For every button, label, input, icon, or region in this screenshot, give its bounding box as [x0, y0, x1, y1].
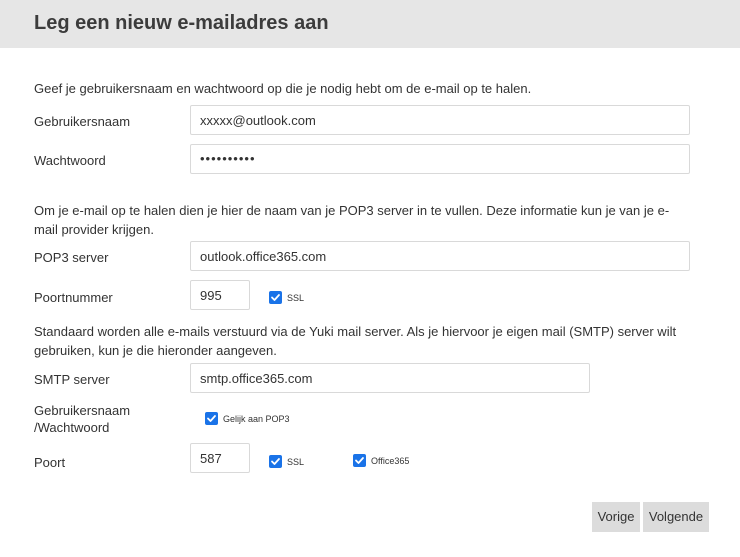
- smtp-port-input[interactable]: [190, 443, 250, 473]
- username-input[interactable]: [190, 105, 690, 135]
- pop3-ssl-option[interactable]: SSL: [269, 291, 304, 304]
- smtp-ssl-checkbox[interactable]: [269, 455, 282, 468]
- smtp-intro-line: Standaard worden alle e-mails verstuurd …: [34, 324, 677, 358]
- checkmark-icon: [271, 294, 280, 301]
- office365-option[interactable]: Office365: [353, 454, 409, 467]
- office365-label: Office365: [371, 455, 410, 466]
- pop3-ssl-label: SSL: [287, 292, 305, 303]
- dialog-title: Leg een nieuw e-mailadres aan: [34, 12, 329, 34]
- pop3-port-label: Poortnummer: [34, 290, 113, 305]
- password-label: Wachtwoord: [34, 153, 106, 168]
- smtp-credentials-label-line2: /Wachtwoord: [34, 420, 110, 435]
- smtp-server-input[interactable]: [190, 363, 590, 393]
- next-button[interactable]: Volgende: [643, 502, 709, 532]
- checkmark-icon: [207, 415, 216, 422]
- username-label: Gebruikersnaam: [34, 114, 131, 129]
- previous-button[interactable]: Vorige: [592, 502, 640, 532]
- pop3-intro-text: Om je e-mail op te halen dien je hier de…: [34, 201, 694, 239]
- dialog-header: Leg een nieuw e-mailadres aan: [0, 0, 740, 48]
- pop3-server-label: POP3 server: [34, 250, 109, 265]
- smtp-ssl-label: SSL: [287, 456, 305, 467]
- office365-checkbox[interactable]: [353, 454, 366, 467]
- checkmark-icon: [271, 458, 280, 465]
- smtp-port-label: Poort: [34, 455, 66, 470]
- pop3-ssl-checkbox[interactable]: [269, 291, 282, 304]
- pop3-server-input[interactable]: [190, 241, 690, 271]
- same-as-pop3-option[interactable]: Gelijk aan POP3: [205, 412, 290, 425]
- smtp-credentials-label-line1: Gebruikersnaam: [34, 403, 131, 418]
- pop3-port-input[interactable]: [190, 280, 250, 310]
- password-input[interactable]: ••••••••••: [190, 144, 690, 174]
- new-email-dialog: Leg een nieuw e-mailadres aan Geef je ge…: [0, 0, 740, 557]
- account-intro-text: Geef je gebruikersnaam en wachtwoord op …: [34, 81, 532, 96]
- smtp-ssl-option[interactable]: SSL: [269, 455, 304, 468]
- same-as-pop3-checkbox[interactable]: [205, 412, 218, 425]
- checkmark-icon: [355, 457, 364, 464]
- smtp-intro-text: Standaard worden alle e-mails verstuurd …: [34, 322, 694, 360]
- smtp-server-label: SMTP server: [34, 372, 110, 387]
- same-as-pop3-label: Gelijk aan POP3: [223, 413, 290, 424]
- pop3-intro-line: Om je e-mail op te halen dien je hier de…: [34, 203, 670, 237]
